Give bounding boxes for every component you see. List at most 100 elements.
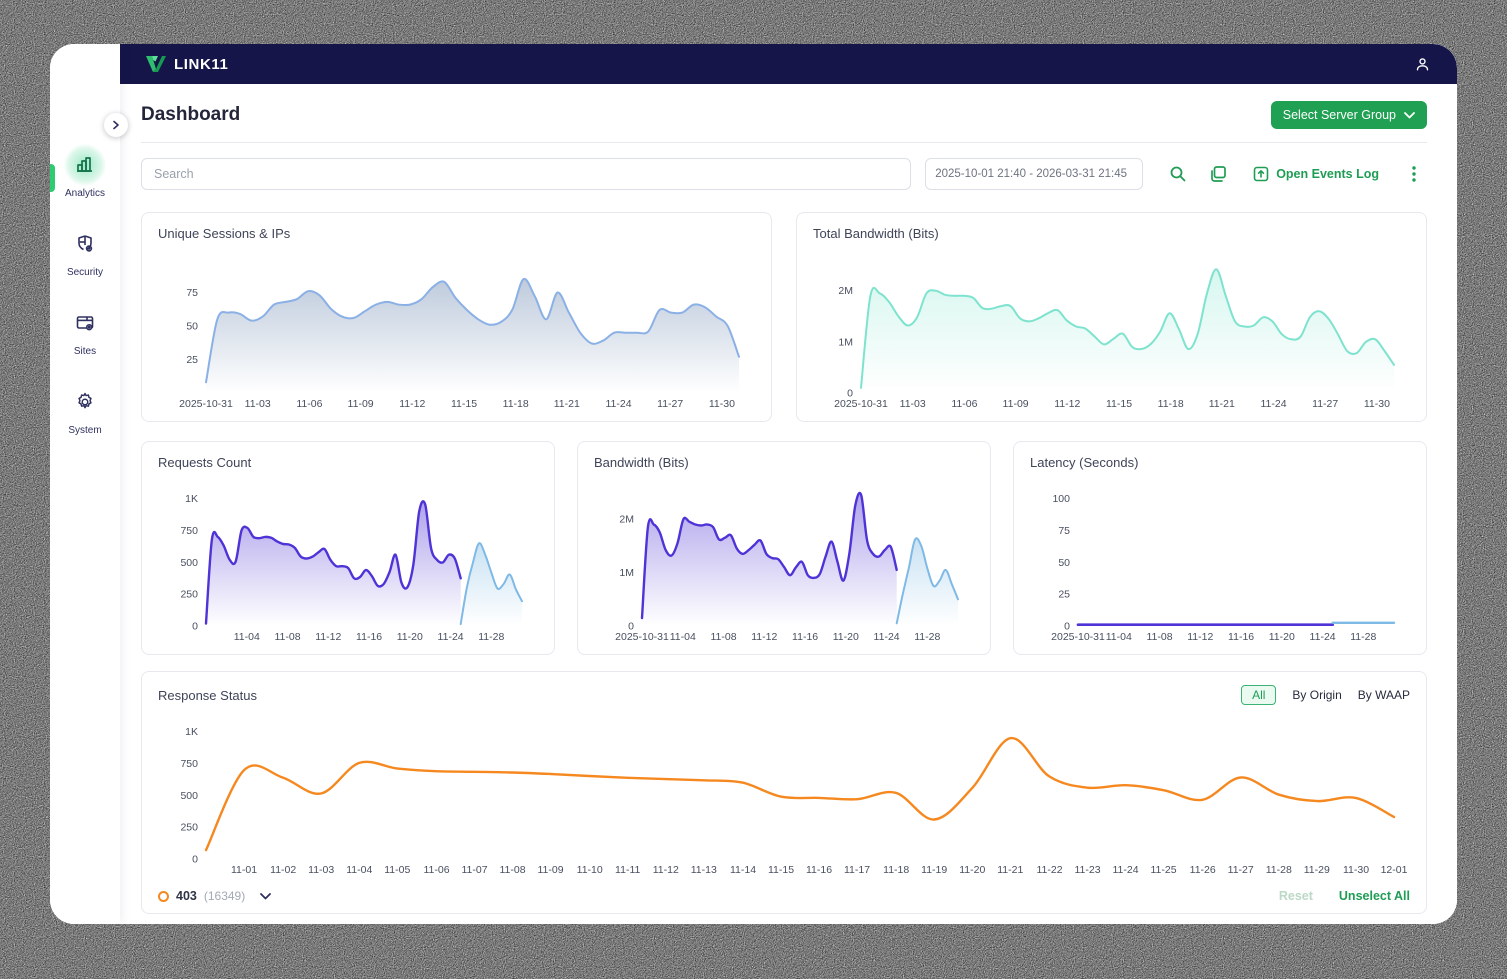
svg-text:11-12: 11-12 [1054, 398, 1080, 410]
svg-text:25: 25 [186, 354, 198, 366]
svg-text:11-25: 11-25 [1150, 864, 1176, 876]
card-requests-count: Requests Count 02505007501K11-0411-0811-… [141, 441, 555, 655]
svg-text:11-05: 11-05 [384, 864, 410, 876]
browser-gear-icon [64, 302, 106, 344]
legend-code: 403 [176, 889, 197, 903]
chart-title: Unique Sessions & IPs [158, 226, 755, 241]
svg-text:11-04: 11-04 [1106, 631, 1132, 643]
svg-text:50: 50 [1058, 557, 1070, 569]
legend-status-403[interactable]: 403 (16349) [158, 889, 271, 903]
copy-icon [1209, 165, 1227, 183]
card-total-bandwidth: Total Bandwidth (Bits) 01M2M2025-10-3111… [796, 212, 1427, 422]
svg-text:11-22: 11-22 [1036, 864, 1062, 876]
svg-text:11-27: 11-27 [1228, 864, 1254, 876]
chevron-down-icon[interactable] [260, 893, 271, 900]
svg-text:11-02: 11-02 [270, 864, 296, 876]
response-status-chart[interactable]: 02505007501K11-0111-0211-0311-0411-0511-… [158, 709, 1410, 877]
sidebar-expand-button[interactable] [104, 113, 128, 137]
sidebar-item-sites[interactable]: Sites [50, 302, 120, 357]
copy-view-button[interactable] [1205, 161, 1231, 187]
svg-text:11-21: 11-21 [997, 864, 1023, 876]
main-area: LINK11 Dashboard Select Server Group [120, 44, 1457, 924]
bandwidth-chart[interactable]: 01M2M2025-10-3111-0411-0811-1211-1611-20… [594, 476, 974, 644]
sidebar-item-system[interactable]: System [50, 381, 120, 436]
title-divider [141, 142, 1427, 143]
tab-by-origin[interactable]: By Origin [1292, 688, 1341, 702]
sidebar-item-label: System [68, 425, 101, 436]
legend-count: (16349) [204, 889, 245, 903]
svg-text:75: 75 [186, 287, 198, 299]
chevron-right-icon [111, 120, 121, 130]
requests-count-chart[interactable]: 02505007501K11-0411-0811-1211-1611-2011-… [158, 476, 538, 644]
svg-text:1M: 1M [838, 336, 853, 348]
svg-text:2025-10-31: 2025-10-31 [834, 398, 888, 410]
shield-gear-icon [64, 223, 106, 265]
logo-text: LINK11 [174, 56, 228, 73]
svg-text:11-16: 11-16 [1228, 631, 1254, 643]
svg-text:500: 500 [180, 790, 198, 802]
svg-text:11-21: 11-21 [554, 398, 580, 410]
tab-all[interactable]: All [1241, 685, 1276, 705]
chart-title: Latency (Seconds) [1030, 455, 1410, 470]
svg-text:0: 0 [192, 854, 198, 866]
svg-text:11-04: 11-04 [670, 631, 696, 643]
date-range-picker[interactable]: 2025-10-01 21:40 - 2026-03-31 21:45 [925, 158, 1143, 190]
svg-text:11-04: 11-04 [346, 864, 372, 876]
svg-text:11-03: 11-03 [245, 398, 271, 410]
svg-text:11-06: 11-06 [423, 864, 449, 876]
svg-text:11-19: 11-19 [921, 864, 947, 876]
chart-title: Bandwidth (Bits) [594, 455, 974, 470]
svg-text:2025-10-31: 2025-10-31 [615, 631, 669, 643]
response-status-tabs: All By Origin By WAAP [1241, 685, 1410, 705]
svg-text:11-09: 11-09 [537, 864, 563, 876]
open-events-log-button[interactable]: Open Events Log [1253, 166, 1379, 182]
svg-text:100: 100 [1052, 493, 1070, 505]
search-input[interactable] [141, 158, 911, 190]
export-log-icon [1253, 166, 1269, 182]
svg-text:11-06: 11-06 [296, 398, 322, 410]
unselect-all-button[interactable]: Unselect All [1339, 889, 1410, 903]
page-title: Dashboard [141, 104, 240, 126]
open-events-log-label: Open Events Log [1276, 167, 1379, 181]
total-bandwidth-chart[interactable]: 01M2M2025-10-3111-0311-0611-0911-1211-15… [813, 249, 1410, 411]
svg-text:11-24: 11-24 [1112, 864, 1138, 876]
link11-logo-mark [145, 55, 167, 73]
reset-button[interactable]: Reset [1279, 889, 1313, 903]
card-response-status: Response Status All By Origin By WAAP 02… [141, 671, 1427, 914]
svg-text:11-15: 11-15 [451, 398, 477, 410]
run-search-button[interactable] [1165, 161, 1191, 187]
latency-chart[interactable]: 02550751002025-10-3111-0411-0811-1211-16… [1030, 476, 1410, 644]
select-server-group-button[interactable]: Select Server Group [1271, 101, 1427, 129]
svg-text:11-20: 11-20 [1269, 631, 1295, 643]
svg-text:2025-10-31: 2025-10-31 [1051, 631, 1105, 643]
svg-text:11-23: 11-23 [1074, 864, 1100, 876]
svg-text:11-21: 11-21 [1209, 398, 1235, 410]
date-range-value: 2025-10-01 21:40 - 2026-03-31 21:45 [935, 168, 1127, 180]
svg-text:11-18: 11-18 [1158, 398, 1184, 410]
svg-text:11-16: 11-16 [792, 631, 818, 643]
search-icon [1169, 165, 1187, 183]
sidebar-item-analytics[interactable]: Analytics [50, 144, 120, 199]
svg-text:11-16: 11-16 [356, 631, 382, 643]
svg-text:11-09: 11-09 [348, 398, 374, 410]
svg-text:11-12: 11-12 [315, 631, 341, 643]
svg-text:11-30: 11-30 [1343, 864, 1369, 876]
svg-text:11-26: 11-26 [1190, 864, 1216, 876]
svg-text:11-07: 11-07 [461, 864, 487, 876]
sidebar: Analytics Security Sites [50, 44, 120, 924]
user-account-icon[interactable] [1414, 56, 1431, 73]
sidebar-item-security[interactable]: Security [50, 223, 120, 278]
svg-text:11-16: 11-16 [806, 864, 832, 876]
svg-text:11-30: 11-30 [1364, 398, 1390, 410]
unique-sessions-chart[interactable]: 2550752025-10-3111-0311-0611-0911-1211-1… [158, 249, 755, 411]
tab-by-waap[interactable]: By WAAP [1358, 688, 1410, 702]
svg-text:11-01: 11-01 [231, 864, 257, 876]
svg-text:11-24: 11-24 [438, 631, 464, 643]
svg-text:11-10: 11-10 [577, 864, 603, 876]
svg-text:1K: 1K [185, 493, 198, 505]
svg-text:75: 75 [1058, 525, 1070, 537]
svg-text:11-17: 11-17 [844, 864, 870, 876]
active-nav-indicator [50, 164, 55, 192]
more-options-button[interactable] [1401, 161, 1427, 187]
svg-text:11-28: 11-28 [1266, 864, 1292, 876]
